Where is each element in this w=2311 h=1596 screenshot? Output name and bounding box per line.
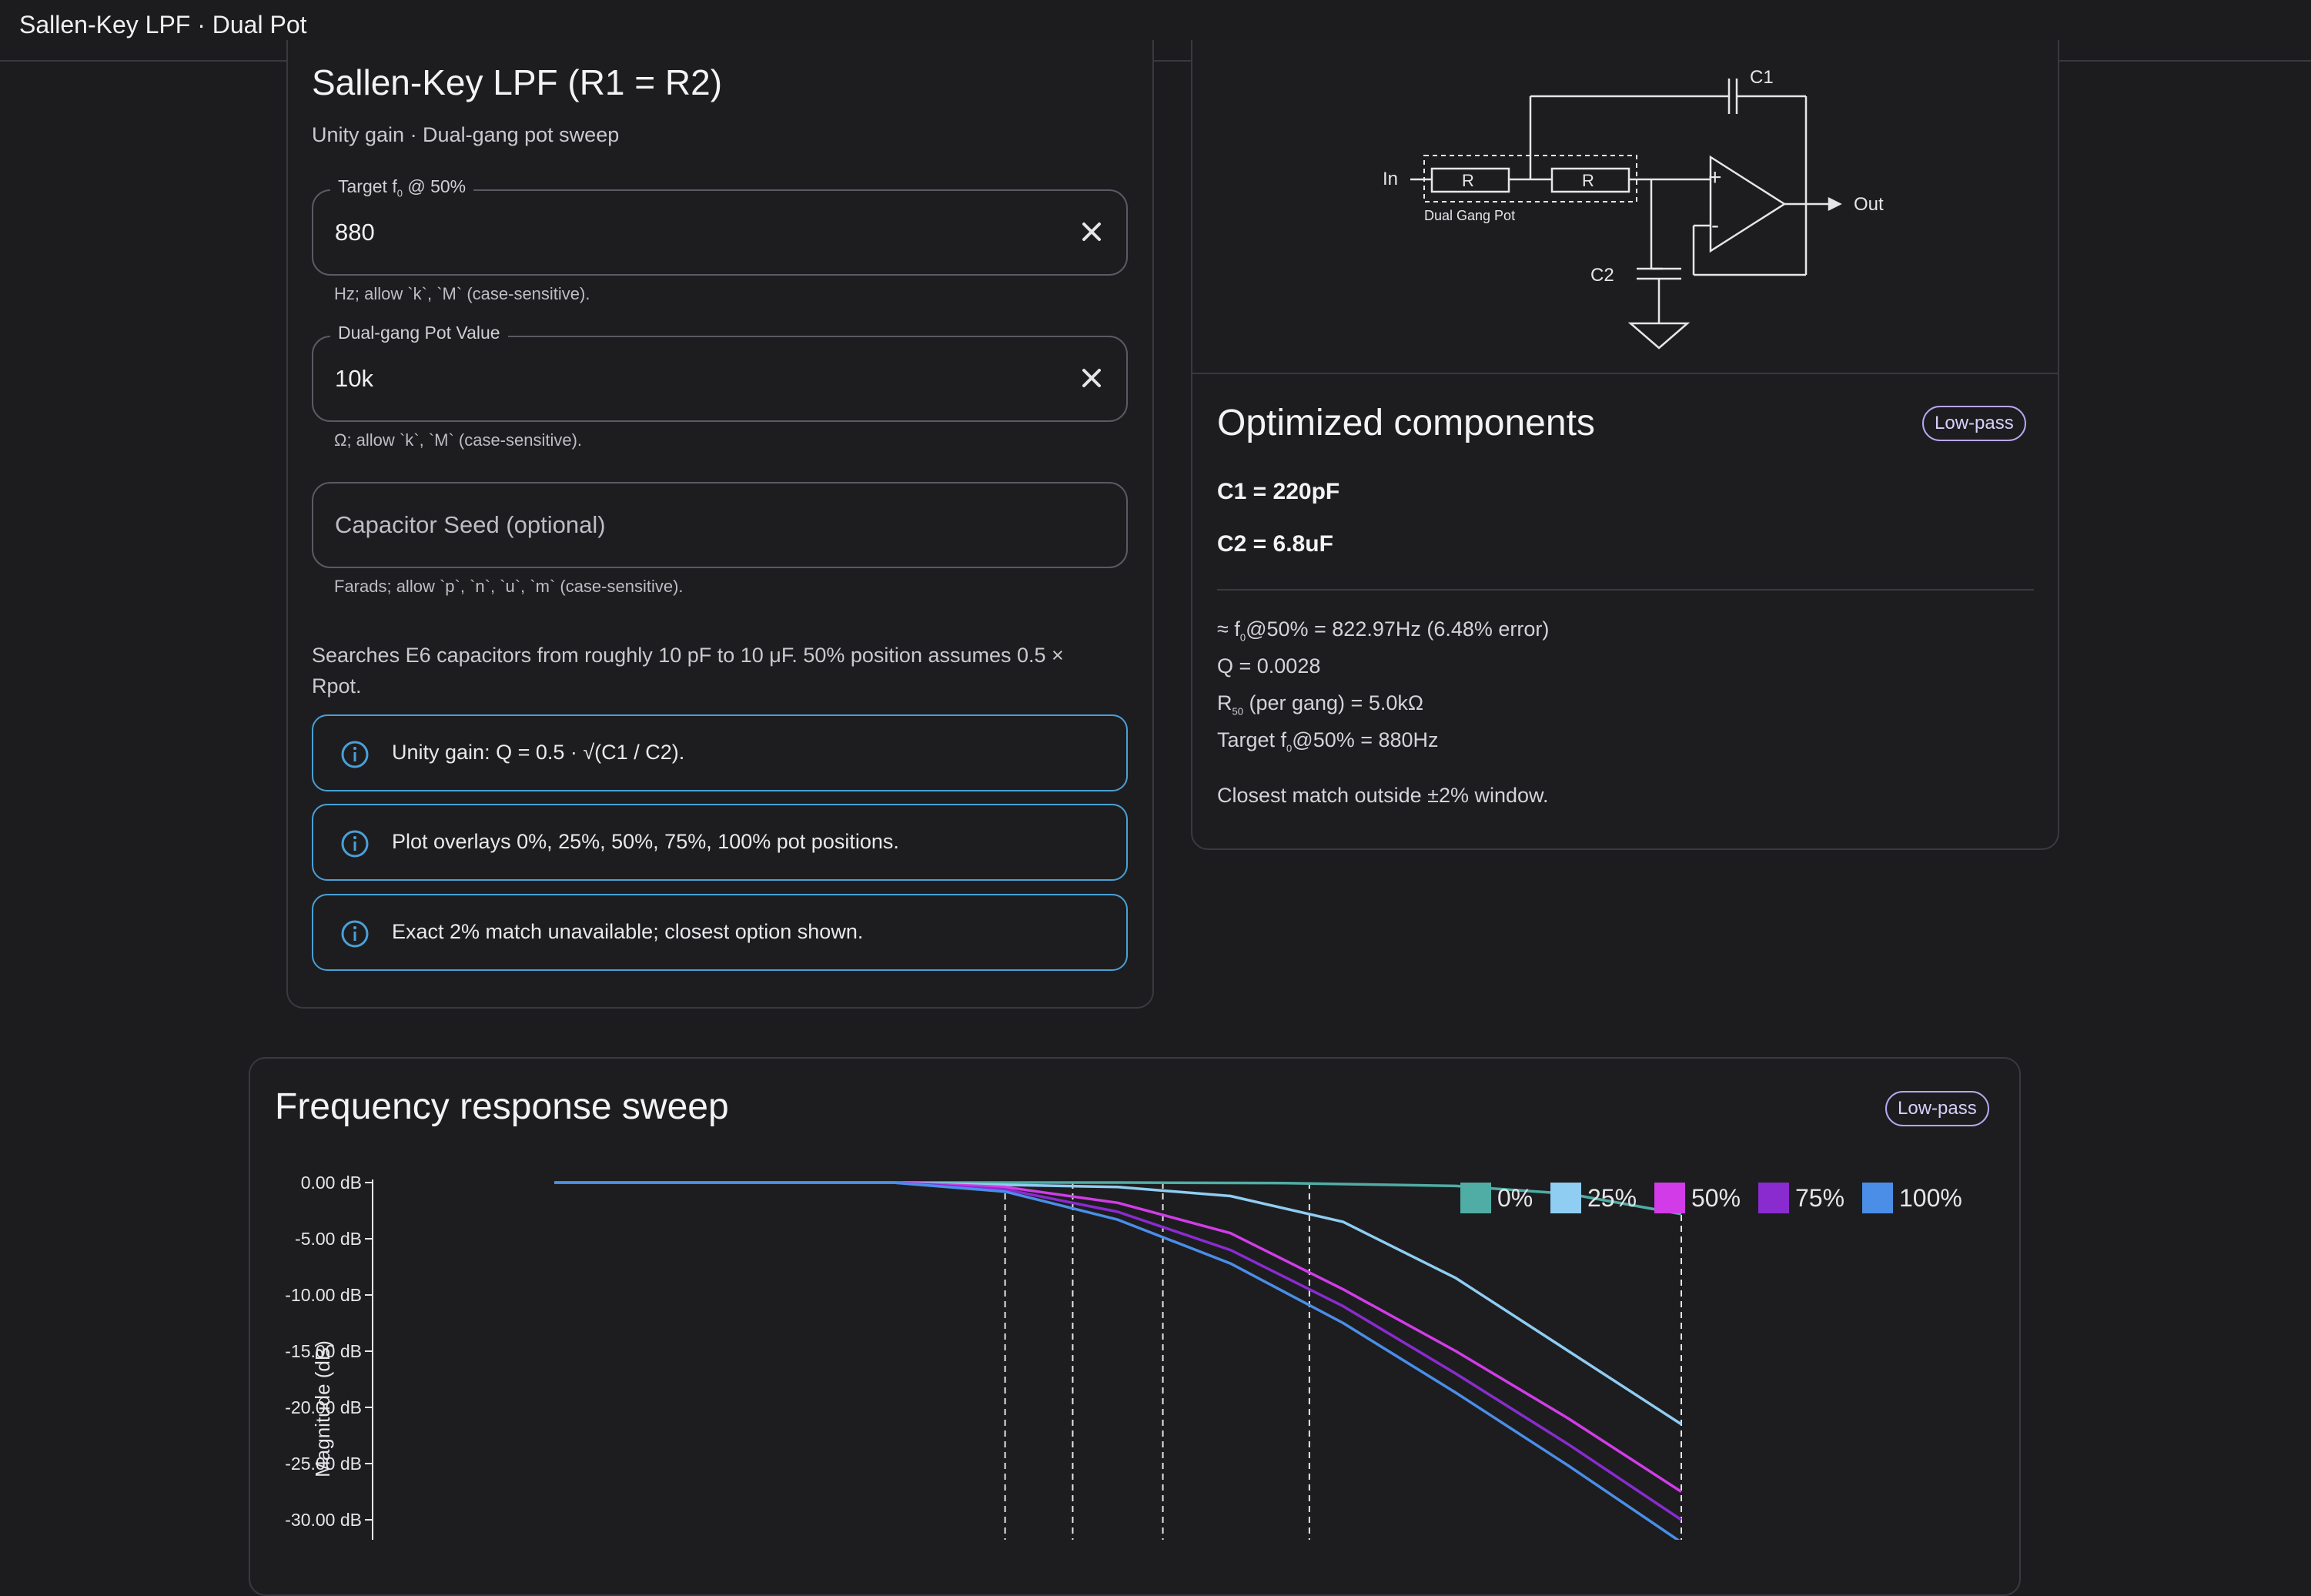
legend-swatch (1654, 1183, 1685, 1213)
pot-value-helper: Ω; allow `k`, `M` (case-sensitive). (334, 430, 583, 450)
legend-swatch (1460, 1183, 1491, 1213)
target-frequency-value[interactable]: 880 (335, 219, 375, 246)
legend-label: 50% (1691, 1184, 1741, 1212)
frequency-response-chart: 0.00 dB-5.00 dB-10.00 dB-15.00 dB-20.00 … (285, 1173, 1682, 1540)
search-note-line1: Searches E6 capacitors from roughly 10 p… (312, 644, 1064, 667)
capacitor-seed-field[interactable]: Capacitor Seed (optional) (312, 482, 1128, 568)
series-line-75pct (554, 1181, 1682, 1521)
info-alert: Plot overlays 0%, 25%, 50%, 75%, 100% po… (312, 804, 1128, 881)
y-tick-label: -5.00 dB (295, 1229, 362, 1249)
pot-value-label: Dual-gang Pot Value (330, 323, 508, 343)
minus-input-label: - (1711, 212, 1719, 238)
r2-label: R (1582, 171, 1594, 190)
app-title: Sallen-Key LPF · Dual Pot (19, 11, 307, 38)
y-tick-label: -10.00 dB (285, 1285, 362, 1305)
series-line-50pct (554, 1181, 1682, 1493)
info-icon (341, 920, 369, 948)
y-tick-label: -30.00 dB (285, 1510, 362, 1530)
legend-label: 25% (1587, 1184, 1637, 1212)
info-text: Exact 2% match unavailable; closest opti… (392, 920, 864, 943)
y-tick-label: 0.00 dB (301, 1173, 362, 1193)
legend-swatch (1758, 1183, 1789, 1213)
q-result: Q = 0.0028 (1217, 654, 1321, 678)
r50-result: R50 (per gang) = 5.0kΩ (1217, 691, 1424, 718)
legend-swatch (1550, 1183, 1581, 1213)
f0-result: ≈ f0@50% = 822.97Hz (6.48% error) (1217, 617, 1550, 644)
info-alert: Exact 2% match unavailable; closest opti… (312, 894, 1128, 971)
search-note-line2: Rpot. (312, 674, 362, 698)
card-divider (1192, 373, 2058, 374)
target-frequency-helper: Hz; allow `k`, `M` (case-sensitive). (334, 284, 590, 303)
c2-label: C2 (1590, 265, 1614, 286)
plot-title: Frequency response sweep (275, 1086, 729, 1127)
results-title: Optimized components (1217, 403, 1595, 443)
info-alert: Unity gain: Q = 0.5 · √(C1 / C2). (312, 714, 1128, 791)
output-label: Out (1854, 194, 1884, 215)
clear-icon[interactable] (1074, 214, 1109, 249)
pot-value-field[interactable]: Dual-gang Pot Value 10k (312, 323, 1128, 422)
filter-type-chip: Low-pass (1922, 406, 2026, 441)
form-title: Sallen-Key LPF (R1 = R2) (312, 62, 723, 102)
capacitor-seed-placeholder[interactable]: Capacitor Seed (optional) (335, 511, 606, 539)
pot-label: Dual Gang Pot (1424, 208, 1515, 223)
target-frequency-label: Target f0 @ 50% (330, 176, 474, 199)
c1-label: C1 (1750, 67, 1774, 88)
results-divider (1217, 589, 2034, 591)
y-axis-label: Magnitude (dB) (311, 1340, 334, 1477)
capacitor-seed-helper: Farads; allow `p`, `n`, `u`, `m` (case-s… (334, 577, 684, 596)
clear-icon[interactable] (1074, 360, 1109, 396)
series-line-100pct (554, 1181, 1681, 1540)
match-note: Closest match outside ±2% window. (1217, 784, 1549, 807)
legend-label: 100% (1899, 1184, 1962, 1212)
c2-value: C2 = 6.8uF (1217, 531, 1333, 557)
info-text: Plot overlays 0%, 25%, 50%, 75%, 100% po… (392, 830, 899, 853)
r1-label: R (1462, 171, 1474, 190)
plot-filter-chip: Low-pass (1885, 1091, 1989, 1126)
form-subtitle: Unity gain · Dual-gang pot sweep (312, 123, 620, 146)
legend-label: 0% (1497, 1184, 1533, 1212)
c1-value: C1 = 220pF (1217, 479, 1340, 504)
info-text: Unity gain: Q = 0.5 · √(C1 / C2). (392, 741, 685, 764)
info-icon (341, 741, 369, 768)
sallen-key-schematic: In Out C1 C2 R R Dual Gang Pot + - (1383, 67, 1884, 350)
pot-value-value[interactable]: 10k (335, 365, 373, 393)
plus-input-label: + (1708, 165, 1722, 190)
target-result: Target f0@50% = 880Hz (1217, 728, 1439, 755)
input-label: In (1383, 169, 1398, 189)
legend-label: 75% (1795, 1184, 1845, 1212)
legend-swatch (1862, 1183, 1893, 1213)
target-frequency-field[interactable]: Target f0 @ 50% 880 (312, 176, 1128, 276)
info-icon (341, 830, 369, 858)
